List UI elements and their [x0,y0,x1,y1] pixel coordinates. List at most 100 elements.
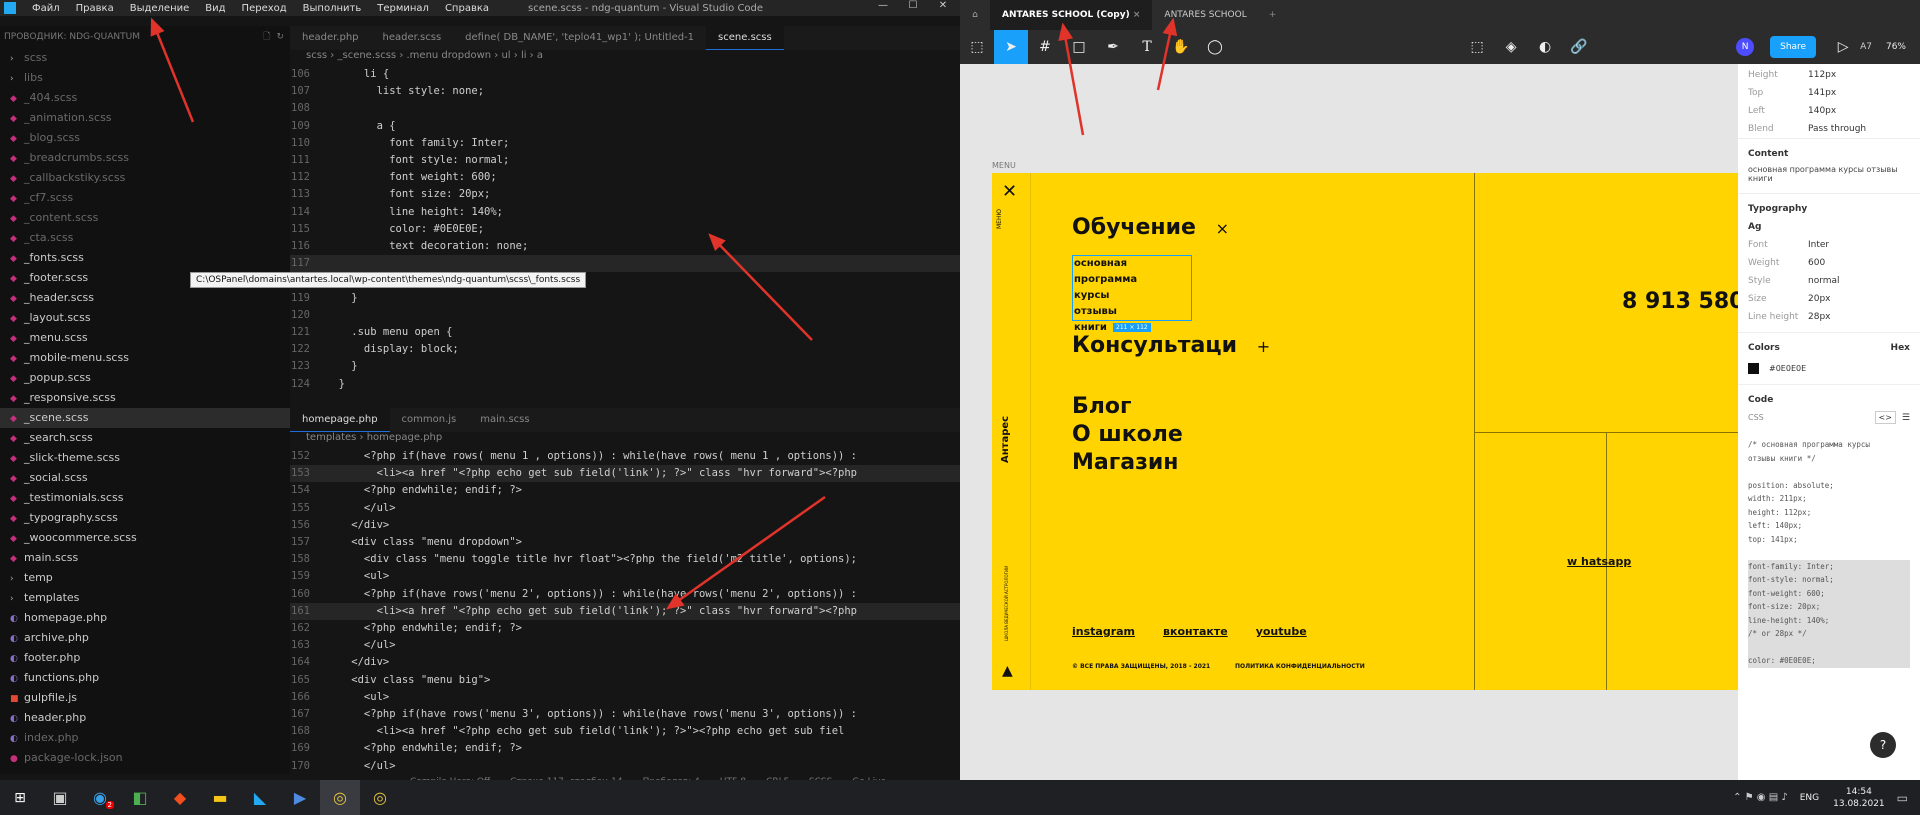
file-tree-item[interactable]: ◆ _search.scss [0,428,290,448]
close-tab-icon[interactable]: × [1133,10,1141,20]
editor-tab[interactable]: scene.scss [706,26,784,50]
menu-item-0[interactable]: Файл [32,3,60,14]
powershell-icon[interactable]: ▶ [280,780,320,815]
file-tree-item[interactable]: ◆ _fonts.scss [0,248,290,268]
new-file-icon[interactable]: 🗋 [263,29,270,45]
figma-app-icon[interactable]: ◆ [160,780,200,815]
file-tree-item[interactable]: ◐ index.php [0,728,290,748]
menu-item-5[interactable]: Выполнить [303,3,362,14]
file-tree-item[interactable]: › libs [0,68,290,88]
chrome-icon-2[interactable]: ◎ [360,780,400,815]
whatsapp-link[interactable]: w hatsapp [1567,555,1631,568]
file-tree-item[interactable]: ◐ archive.php [0,628,290,648]
pen-tool-icon[interactable]: ✒ [1096,30,1130,64]
submenu-selection[interactable]: основная программа курсы отзывы книги [1072,255,1192,333]
frame-label[interactable]: MENU [992,161,1016,170]
property-value[interactable]: 112px [1808,70,1836,80]
property-value[interactable]: Pass through [1808,124,1866,134]
file-tree-item[interactable]: ◆ _typography.scss [0,508,290,528]
editor-tab[interactable]: homepage.php [290,408,390,432]
css-code[interactable]: /* основная программа курсы отзывы книги … [1738,424,1920,682]
help-button[interactable]: ? [1870,732,1896,758]
file-tree-item[interactable]: ◆ _scene.scss [0,408,290,428]
colors-mode-select[interactable]: Hex [1891,343,1910,353]
code-lang-select[interactable]: CSS [1748,413,1764,422]
social-link[interactable]: вконтакте [1163,625,1228,638]
app-icon[interactable]: ◧ [120,780,160,815]
social-link[interactable]: youtube [1256,625,1307,638]
file-tree-item[interactable]: ◐ homepage.php [0,608,290,628]
menu-item-6[interactable]: Терминал [377,3,429,14]
task-view-icon[interactable]: ▣ [40,780,80,815]
content-text[interactable]: основная программа курсы отзывы книги [1738,165,1920,193]
file-tree-item[interactable]: ◆ _breadcrumbs.scss [0,148,290,168]
collapse-icon[interactable]: × [1216,219,1229,238]
file-tree-item[interactable]: ◆ _popup.scss [0,368,290,388]
share-button[interactable]: Share [1770,36,1817,58]
figma-canvas[interactable]: MENU ✕ МЕНЮ Антарес ШКОЛА ВЕДИЧЕСКОЙ АСТ… [960,64,1744,780]
menu-frame[interactable]: ✕ МЕНЮ Антарес ШКОЛА ВЕДИЧЕСКОЙ АСТРОЛОГ… [992,173,1744,690]
big-menu-item[interactable]: Блог [1072,393,1183,421]
file-tree-item[interactable]: ◆ _layout.scss [0,308,290,328]
file-tree-item[interactable]: ◆ _cf7.scss [0,188,290,208]
editor-tab[interactable]: common.js [390,408,469,432]
text-tool-icon[interactable]: T [1130,30,1164,64]
vscode-app-icon[interactable]: ◣ [240,780,280,815]
property-value[interactable]: 141px [1808,88,1836,98]
close-menu-icon[interactable]: ✕ [1002,181,1017,202]
file-tree-item[interactable]: ◐ footer.php [0,648,290,668]
file-tree-item[interactable]: ◆ _testimonials.scss [0,488,290,508]
editor-tab[interactable]: header.scss [371,26,454,50]
expand-icon[interactable]: + [1257,337,1270,356]
edge-icon[interactable]: ◉ 2 [80,780,120,815]
code-editor-bottom[interactable]: 152 <?php if(have rows( menu 1 , options… [290,448,960,780]
file-tree-item[interactable]: › temp [0,568,290,588]
file-tree-item[interactable]: ◆ _404.scss [0,88,290,108]
property-value[interactable]: normal [1808,276,1840,286]
tray-icons[interactable]: ⌃ ⚑ ◉ ▤ ♪ [1733,792,1788,803]
explorer-app-icon[interactable]: ▬ [200,780,240,815]
file-tree-item[interactable]: ◆ _cta.scss [0,228,290,248]
menu-item-1[interactable]: Правка [76,3,114,14]
submenu-item[interactable]: отзывы [1074,304,1191,320]
social-link[interactable]: instagram [1072,625,1135,638]
submenu-item[interactable]: основная программа [1074,256,1191,288]
chrome-icon[interactable]: ◎ [320,780,360,815]
crop-icon[interactable]: ⬚ [1460,30,1494,64]
frame-tool-icon[interactable]: # [1028,30,1062,64]
code-view-icon[interactable]: <> [1874,411,1896,424]
file-tree-item[interactable]: ◆ main.scss [0,548,290,568]
add-tab-icon[interactable]: + [1259,10,1287,20]
policy-link[interactable]: ПОЛИТИКА КОНФИДЕНЦИАЛЬНОСТИ [1235,663,1365,670]
keyboard-lang[interactable]: ENG [1800,793,1819,803]
file-tree-item[interactable]: ◆ _social.scss [0,468,290,488]
file-tree-item[interactable]: ■ gulpfile.js [0,688,290,708]
file-tree-item[interactable]: › templates [0,588,290,608]
present-icon[interactable]: ▷ [1826,30,1860,64]
file-tree-item[interactable]: › scss [0,48,290,68]
property-value[interactable]: 600 [1808,258,1825,268]
zoom-level[interactable]: 76% [1886,42,1906,52]
editor-tab[interactable]: define( DB_NAME', 'teplo41_wp1' ); Untit… [453,26,706,50]
heading-obuchenie[interactable]: Обучение × [1072,215,1229,240]
clock[interactable]: 14:54 13.08.2021 [1833,786,1885,810]
windows-start-icon[interactable]: ⊞ [0,780,40,815]
big-menu-item[interactable]: Магазин [1072,449,1183,477]
list-view-icon[interactable]: ☰ [1902,413,1910,423]
submenu-item[interactable]: курсы [1074,288,1191,304]
big-menu-item[interactable]: О школе [1072,421,1183,449]
hand-tool-icon[interactable]: ✋ [1164,30,1198,64]
phone-number[interactable]: 8 913 580 [1622,289,1744,314]
file-tree-item[interactable]: ◆ _woocommerce.scss [0,528,290,548]
avatar[interactable]: N [1736,38,1755,56]
file-tree-item[interactable]: ◆ _menu.scss [0,328,290,348]
menu-item-7[interactable]: Справка [445,3,489,14]
heading-konsult[interactable]: Консультаци + [1072,333,1270,358]
property-value[interactable]: Inter [1808,240,1829,250]
file-tree-item[interactable]: ◆ _animation.scss [0,108,290,128]
close-button[interactable]: ✕ [928,0,958,16]
file-tree-item[interactable]: ◆ _slick-theme.scss [0,448,290,468]
menu-item-3[interactable]: Вид [205,3,225,14]
main-menu-icon[interactable]: ⬚ [960,30,994,64]
file-tree-item[interactable]: ◐ functions.php [0,668,290,688]
